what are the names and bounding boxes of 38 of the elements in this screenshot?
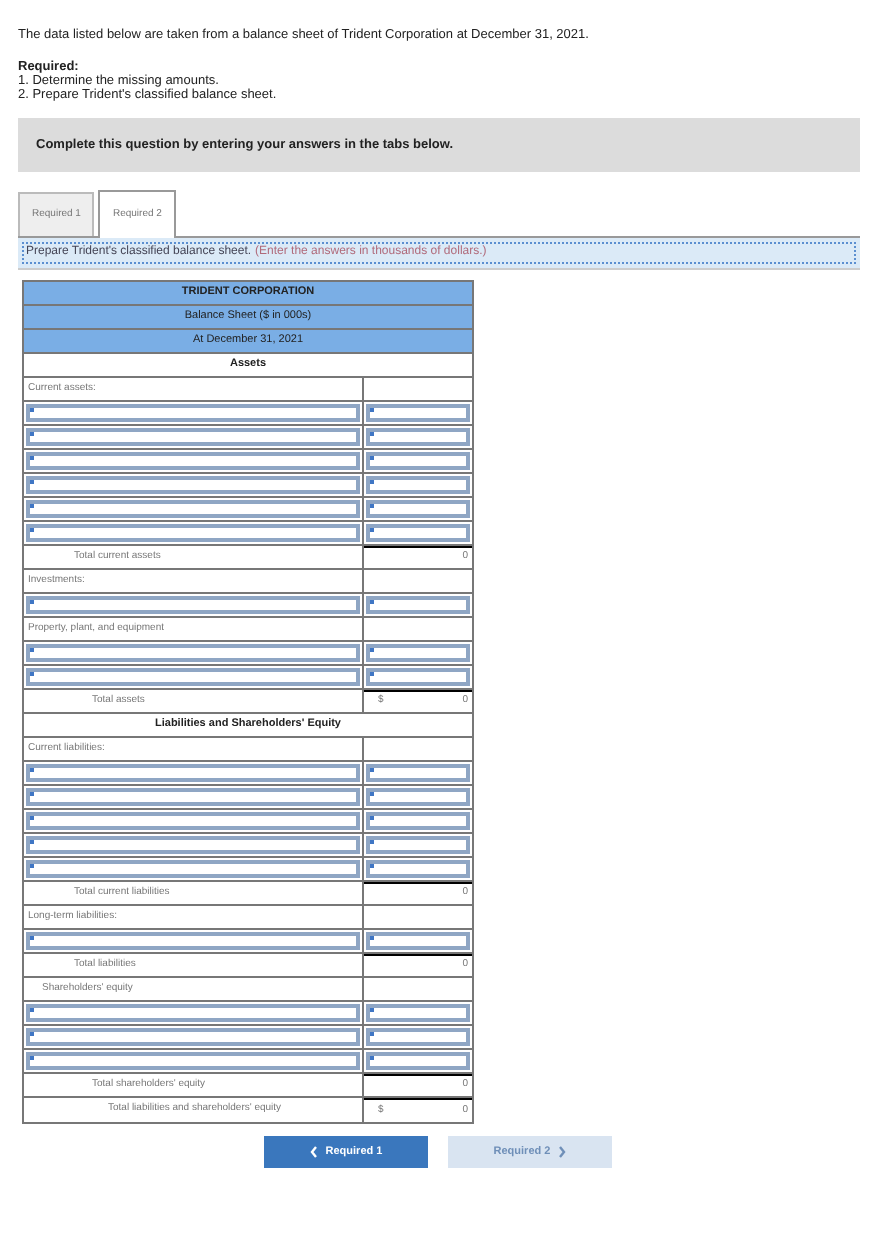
input-field[interactable] — [26, 860, 360, 878]
input-field[interactable] — [26, 644, 360, 662]
input-field[interactable] — [26, 1028, 360, 1046]
input-field[interactable] — [26, 788, 360, 806]
input-field[interactable] — [366, 476, 470, 494]
input-field[interactable] — [366, 524, 470, 542]
input-field[interactable] — [26, 524, 360, 542]
input-field[interactable] — [26, 476, 360, 494]
input-field[interactable] — [26, 836, 360, 854]
input-field[interactable] — [366, 932, 470, 950]
input-field[interactable] — [366, 668, 470, 686]
input-field[interactable] — [26, 764, 360, 782]
input-field[interactable] — [26, 428, 360, 446]
input-field[interactable] — [366, 596, 470, 614]
input-field[interactable] — [366, 836, 470, 854]
chevron-right-icon — [558, 1146, 567, 1158]
input-field[interactable] — [366, 500, 470, 518]
input-field[interactable] — [26, 812, 360, 830]
input-field[interactable] — [26, 1052, 360, 1070]
input-field[interactable] — [26, 1004, 360, 1022]
input-field[interactable] — [26, 452, 360, 470]
input-field[interactable] — [26, 932, 360, 950]
input-field[interactable] — [26, 500, 360, 518]
input-field[interactable] — [366, 452, 470, 470]
input-field[interactable] — [26, 404, 360, 422]
input-field[interactable] — [366, 1028, 470, 1046]
input-field[interactable] — [366, 812, 470, 830]
input-field[interactable] — [366, 1052, 470, 1070]
input-field[interactable] — [366, 788, 470, 806]
input-field[interactable] — [366, 860, 470, 878]
input-field[interactable] — [366, 1004, 470, 1022]
input-field[interactable] — [26, 596, 360, 614]
input-field[interactable] — [26, 668, 360, 686]
input-field[interactable] — [366, 428, 470, 446]
input-field[interactable] — [366, 764, 470, 782]
input-field[interactable] — [366, 644, 470, 662]
chevron-left-icon — [309, 1146, 318, 1158]
input-field[interactable] — [366, 404, 470, 422]
